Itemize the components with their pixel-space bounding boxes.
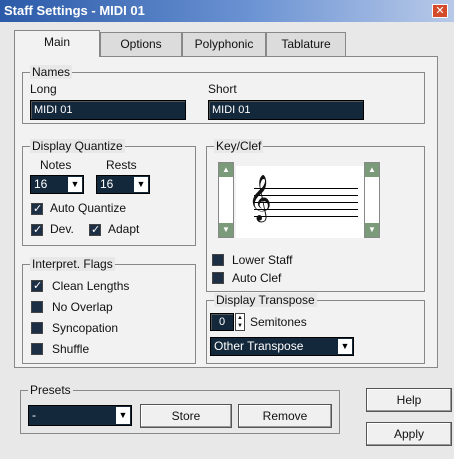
rests-select-value: 16 bbox=[100, 177, 114, 191]
no-overlap-checkbox[interactable] bbox=[31, 301, 43, 313]
semitones-input[interactable]: 0 bbox=[210, 313, 234, 331]
presets-label: Presets bbox=[28, 383, 73, 397]
names-label: Names bbox=[30, 65, 73, 79]
dev-checkbox[interactable] bbox=[31, 223, 43, 236]
syncopation-label: Syncopation bbox=[52, 321, 119, 335]
chevron-down-icon: ▼ bbox=[68, 177, 82, 192]
adapt-checkbox[interactable] bbox=[89, 223, 101, 236]
tab-tablature[interactable]: Tablature bbox=[266, 32, 346, 56]
clef-scrollbar[interactable]: ▲ ▼ bbox=[364, 162, 380, 238]
help-button[interactable]: Help bbox=[366, 388, 452, 412]
syncopation-checkbox[interactable] bbox=[31, 322, 43, 334]
presets-select[interactable]: - ▼ bbox=[28, 405, 132, 426]
short-name-input[interactable]: MIDI 01 bbox=[208, 100, 364, 120]
long-name-input[interactable]: MIDI 01 bbox=[30, 100, 186, 120]
clean-lengths-checkbox[interactable] bbox=[31, 279, 43, 292]
display-quantize-label: Display Quantize bbox=[30, 139, 125, 153]
dev-label: Dev. bbox=[50, 222, 74, 236]
tab-main[interactable]: Main bbox=[14, 30, 100, 57]
long-label: Long bbox=[30, 82, 57, 96]
notes-select[interactable]: 16 ▼ bbox=[30, 175, 84, 194]
short-label: Short bbox=[208, 82, 237, 96]
tab-polyphonic[interactable]: Polyphonic bbox=[182, 32, 266, 56]
other-transpose-select[interactable]: Other Transpose ▼ bbox=[210, 337, 354, 356]
semitones-label: Semitones bbox=[250, 315, 307, 329]
auto-clef-checkbox[interactable] bbox=[212, 272, 224, 284]
chevron-down-icon: ▼ bbox=[134, 177, 148, 192]
apply-button[interactable]: Apply bbox=[366, 422, 452, 446]
display-transpose-label: Display Transpose bbox=[214, 293, 317, 307]
key-scrollbar[interactable]: ▲ ▼ bbox=[218, 162, 234, 238]
clean-lengths-label: Clean Lengths bbox=[52, 279, 130, 293]
chevron-down-icon[interactable]: ▼ bbox=[219, 223, 233, 237]
chevron-down-icon: ▼ bbox=[338, 339, 352, 354]
staff-preview: 𝄞 bbox=[236, 166, 364, 238]
auto-quantize-checkbox[interactable] bbox=[31, 202, 43, 215]
notes-label: Notes bbox=[40, 158, 72, 172]
title-bar: Staff Settings - MIDI 01 ✕ bbox=[0, 0, 454, 22]
shuffle-label: Shuffle bbox=[52, 342, 90, 356]
key-clef-label: Key/Clef bbox=[214, 139, 264, 153]
chevron-up-icon[interactable]: ▲ bbox=[365, 163, 379, 177]
auto-clef-label: Auto Clef bbox=[232, 271, 282, 285]
no-overlap-label: No Overlap bbox=[52, 300, 113, 314]
auto-quantize-label: Auto Quantize bbox=[50, 201, 127, 215]
lower-staff-label: Lower Staff bbox=[232, 253, 293, 267]
notes-select-value: 16 bbox=[34, 177, 48, 191]
interpret-flags-label: Interpret. Flags bbox=[30, 257, 115, 271]
chevron-up-icon[interactable]: ▲ bbox=[219, 163, 233, 177]
treble-clef-icon: 𝄞 bbox=[248, 175, 272, 221]
semitones-stepper[interactable]: ▲ ▼ bbox=[235, 313, 245, 331]
remove-button[interactable]: Remove bbox=[238, 404, 332, 428]
shuffle-checkbox[interactable] bbox=[31, 343, 43, 355]
rests-select[interactable]: 16 ▼ bbox=[96, 175, 150, 194]
adapt-label: Adapt bbox=[108, 222, 140, 236]
rests-label: Rests bbox=[106, 158, 137, 172]
chevron-down-icon[interactable]: ▼ bbox=[365, 223, 379, 237]
presets-select-value: - bbox=[32, 408, 36, 422]
close-icon[interactable]: ✕ bbox=[432, 4, 448, 18]
tab-options[interactable]: Options bbox=[100, 32, 182, 56]
lower-staff-checkbox[interactable] bbox=[212, 254, 224, 266]
window-title: Staff Settings - MIDI 01 bbox=[4, 3, 145, 18]
other-transpose-value: Other Transpose bbox=[214, 339, 304, 353]
store-button[interactable]: Store bbox=[140, 404, 232, 428]
chevron-down-icon: ▼ bbox=[116, 407, 130, 424]
